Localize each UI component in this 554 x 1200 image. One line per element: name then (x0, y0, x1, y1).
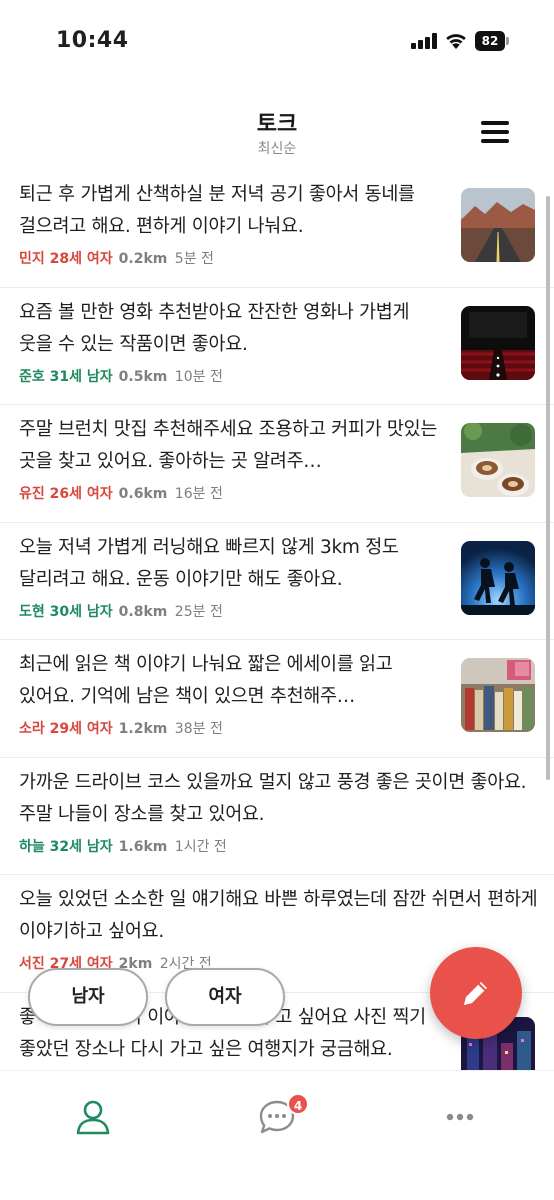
post-item[interactable]: 가까운 드라이브 코스 있을까요 멀지 않고 풍경 좋은 곳이면 좋아요. 주말… (0, 758, 554, 875)
post-author: 하늘 32세 남자 (19, 838, 113, 855)
post-author: 준호 31세 남자 (19, 368, 113, 385)
post-distance: 1.2km (118, 721, 168, 737)
sort-label[interactable]: 최신순 (0, 138, 554, 158)
post-time: 1시간 전 (174, 838, 227, 855)
chat-unread-badge: 4 (287, 1093, 309, 1115)
battery-icon: 82 (475, 31, 509, 51)
post-author: 유진 26세 여자 (19, 486, 113, 502)
post-time: 16분 전 (174, 486, 223, 502)
post-meta: 소라 29세 여자 1.2km 38분 전 (19, 718, 223, 738)
post-item[interactable]: 최근에 읽은 책 이야기 나눠요 짧은 에세이를 읽고 있어요. 기억에 남은 … (0, 640, 554, 758)
post-meta: 유진 26세 여자 0.6km 16분 전 (19, 483, 223, 503)
bottom-navigation: 4 (0, 1070, 554, 1200)
post-text: 가까운 드라이브 코스 있을까요 멀지 않고 풍경 좋은 곳이면 좋아요. 주말… (19, 771, 527, 825)
post-thumbnail-books (461, 658, 535, 732)
post-distance: 0.8km (118, 603, 168, 620)
page-header: 토크 최신순 (0, 100, 554, 170)
post-distance: 0.6km (118, 486, 168, 502)
post-text: 오늘 저녁 가볍게 러닝해요 빠르지 않게 3km 정도 달리려고 해요. 운동… (19, 536, 399, 590)
post-distance: 1.6km (118, 838, 168, 855)
post-meta: 도현 30세 남자 0.8km 25분 전 (19, 601, 223, 621)
filter-male-button[interactable]: 남자 (28, 968, 148, 1026)
post-thumbnail-cinema (461, 305, 535, 380)
post-time: 25분 전 (174, 603, 223, 620)
status-bar: 10:44 82 (0, 0, 554, 84)
cellular-signal-icon (411, 33, 437, 49)
post-meta: 준호 31세 남자 0.5km 10분 전 (19, 366, 223, 386)
wifi-icon (444, 30, 468, 50)
more-dots-icon (446, 1113, 474, 1121)
status-time: 10:44 (56, 28, 129, 53)
post-author: 소라 29세 여자 (19, 721, 113, 737)
post-text: 퇴근 후 가볍게 산책하실 분 저녁 공기 좋아서 동네를 걸으려고 해요. 편… (19, 184, 415, 237)
post-item[interactable]: 주말 브런치 맛집 추천해주세요 조용하고 커피가 맛있는 곳을 찾고 있어요.… (0, 405, 554, 523)
post-thumbnail-runners (461, 540, 535, 615)
post-author: 도현 30세 남자 (19, 603, 113, 620)
post-text: 최근에 읽은 책 이야기 나눠요 짧은 에세이를 읽고 있어요. 기억에 남은 … (19, 654, 393, 707)
nav-chat[interactable]: 4 (257, 1093, 309, 1137)
post-thumbnail-desert-road (461, 188, 535, 262)
compose-button[interactable] (430, 947, 522, 1039)
post-distance: 0.2km (118, 251, 168, 267)
filter-female-button[interactable]: 여자 (165, 968, 285, 1026)
hamburger-icon (481, 121, 509, 125)
post-time: 38분 전 (174, 721, 223, 737)
page-title: 토크 (256, 112, 298, 137)
post-author: 민지 28세 여자 (19, 251, 113, 267)
post-text: 요즘 볼 만한 영화 추천받아요 잔잔한 영화나 가볍게 웃을 수 있는 작품이… (19, 301, 410, 355)
post-time: 5분 전 (174, 251, 214, 267)
post-meta: 하늘 32세 남자 1.6km 1시간 전 (19, 836, 227, 856)
post-item[interactable]: 요즘 볼 만한 영화 추천받아요 잔잔한 영화나 가볍게 웃을 수 있는 작품이… (0, 288, 554, 405)
nav-more[interactable] (440, 1097, 480, 1137)
person-icon (76, 1100, 110, 1135)
post-text: 주말 브런치 맛집 추천해주세요 조용하고 커피가 맛있는 곳을 찾고 있어요.… (19, 419, 438, 472)
pencil-icon (464, 982, 487, 1005)
post-thumbnail-coffee (461, 423, 535, 497)
post-text: 오늘 있었던 소소한 일 얘기해요 바쁜 하루였는데 잠깐 쉬면서 편하게 이야… (19, 889, 538, 942)
nav-profile[interactable] (73, 1097, 113, 1137)
post-list: 퇴근 후 가볍게 산책하실 분 저녁 공기 좋아서 동네를 걸으려고 해요. 편… (0, 170, 554, 1070)
scrollbar[interactable] (546, 196, 550, 780)
post-distance: 0.5km (118, 368, 168, 385)
menu-button[interactable] (478, 118, 512, 146)
battery-level: 82 (475, 31, 505, 51)
post-time: 10분 전 (174, 368, 223, 385)
post-meta: 민지 28세 여자 0.2km 5분 전 (19, 248, 214, 268)
post-item[interactable]: 오늘 저녁 가볍게 러닝해요 빠르지 않게 3km 정도 달리려고 해요. 운동… (0, 523, 554, 640)
post-item[interactable]: 퇴근 후 가볍게 산책하실 분 저녁 공기 좋아서 동네를 걸으려고 해요. 편… (0, 170, 554, 288)
